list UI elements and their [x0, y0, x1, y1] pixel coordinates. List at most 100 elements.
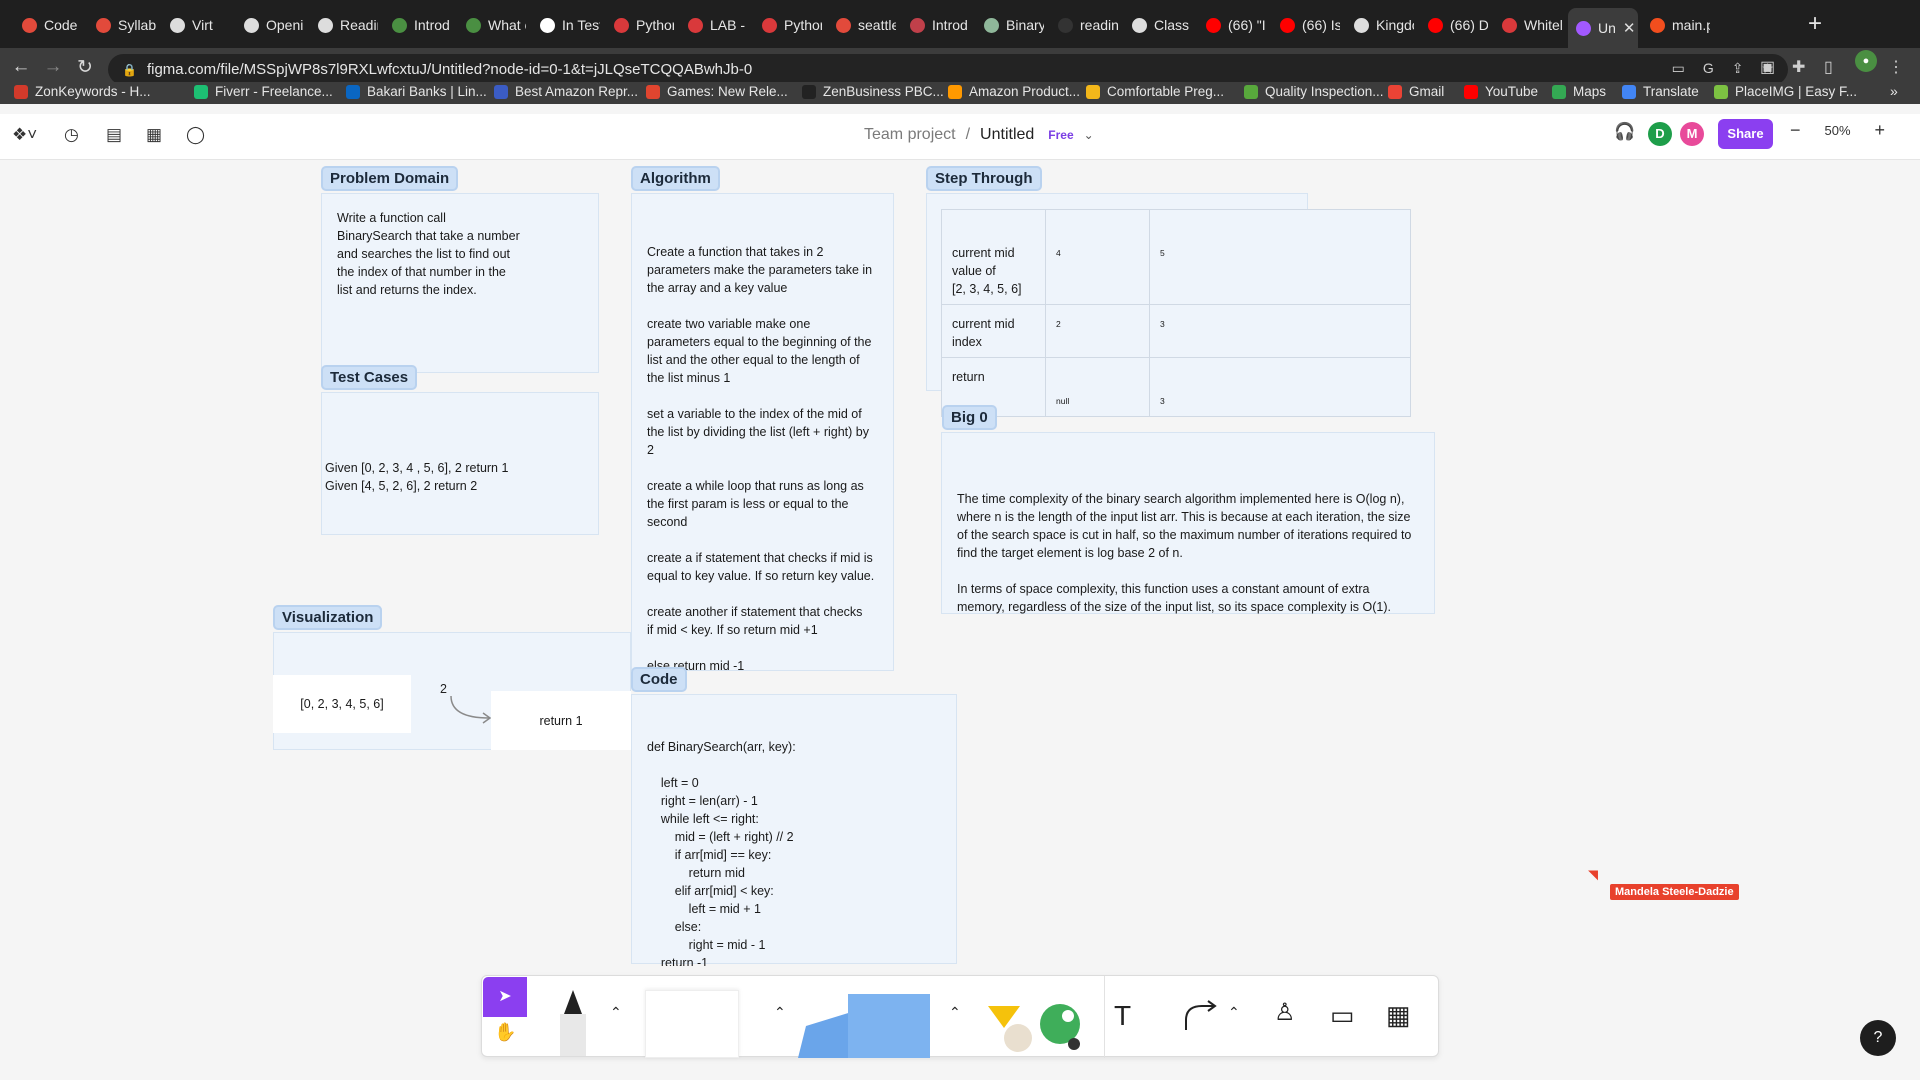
chevron-down-icon[interactable]: ⌄: [1084, 128, 1094, 142]
browser-tab[interactable]: In Test: [532, 11, 600, 39]
back-icon[interactable]: ←: [8, 56, 34, 78]
bookmark-item[interactable]: Best Amazon Repr...: [494, 84, 638, 99]
browser-tab[interactable]: Syllab: [88, 11, 156, 39]
bookmark-item[interactable]: ZonKeywords - H...: [14, 84, 151, 99]
browser-tab[interactable]: (66) D: [1420, 11, 1488, 39]
browser-tab[interactable]: Python: [606, 11, 674, 39]
visualization-output-shape[interactable]: return 1: [491, 691, 631, 750]
step-cell-value[interactable]: 5: [1149, 209, 1411, 305]
translate-extension-icon[interactable]: ▣: [1760, 57, 1775, 77]
section-tool-icon[interactable]: ▭: [1330, 1000, 1355, 1031]
template-icon[interactable]: ▦: [146, 125, 162, 145]
browser-tab[interactable]: (66) Is: [1272, 11, 1340, 39]
shapes-tool-icon[interactable]: [798, 992, 944, 1058]
zoom-level[interactable]: 50%: [1825, 123, 1851, 138]
browser-tab[interactable]: Code (: [14, 11, 82, 39]
browser-profile-avatar[interactable]: ●: [1855, 50, 1877, 72]
text-tool-icon[interactable]: T: [1114, 1000, 1131, 1032]
browser-menu-icon[interactable]: ⋮: [1888, 57, 1904, 77]
bookmark-item[interactable]: Gmail: [1388, 84, 1444, 99]
browser-tab[interactable]: LAB -: [680, 11, 748, 39]
table-tool-icon[interactable]: ▦: [1386, 1000, 1411, 1031]
bookmark-item[interactable]: YouTube: [1464, 84, 1538, 99]
browser-tab[interactable]: Python: [754, 11, 822, 39]
browser-tab[interactable]: seattle: [828, 11, 896, 39]
close-tab-icon[interactable]: ✕: [1623, 19, 1636, 37]
bookmark-item[interactable]: Games: New Rele...: [646, 84, 788, 99]
visualization-label[interactable]: Visualization: [273, 605, 383, 630]
step-cell-value[interactable]: 4: [1045, 209, 1150, 305]
step-through-label[interactable]: Step Through: [926, 166, 1042, 191]
bookmark-item[interactable]: Maps: [1552, 84, 1606, 99]
browser-tab[interactable]: Openi: [236, 11, 304, 39]
visualization-connector[interactable]: [411, 676, 495, 728]
bookmark-item[interactable]: Quality Inspection...: [1244, 84, 1384, 99]
algorithm-label[interactable]: Algorithm: [631, 166, 720, 191]
bookmark-item[interactable]: Fiverr - Freelance...: [194, 84, 333, 99]
bookmarks-overflow-icon[interactable]: »: [1890, 83, 1898, 99]
problem-domain-sticky[interactable]: Write a function call BinarySearch that …: [337, 209, 587, 299]
browser-tab[interactable]: Class: [1124, 11, 1192, 39]
test-cases-label[interactable]: Test Cases: [321, 365, 418, 390]
problem-domain-label[interactable]: Problem Domain: [321, 166, 459, 191]
step-row-label[interactable]: current mid value of [2, 3, 4, 5, 6]: [941, 209, 1046, 305]
browser-tab[interactable]: What c: [458, 11, 526, 39]
connector-tool-icon[interactable]: [1182, 998, 1222, 1034]
step-cell-value[interactable]: 3: [1149, 357, 1411, 417]
new-tab-button[interactable]: +: [1808, 10, 1822, 38]
share-page-icon[interactable]: ⇪: [1732, 60, 1744, 77]
browser-tab[interactable]: Readin: [310, 11, 378, 39]
file-name[interactable]: Untitled: [980, 126, 1034, 144]
zoom-out-icon[interactable]: −: [1790, 120, 1801, 141]
big-o-label[interactable]: Big 0: [942, 405, 997, 430]
google-icon[interactable]: G: [1703, 60, 1714, 77]
sticky-note-tool[interactable]: [645, 990, 739, 1058]
code-label[interactable]: Code: [631, 667, 687, 692]
step-cell-value[interactable]: 2: [1045, 304, 1150, 358]
chevron-up-icon[interactable]: ⌃: [949, 1004, 961, 1021]
stickers-tool-icon[interactable]: [982, 994, 1092, 1056]
browser-tab[interactable]: Binary: [976, 11, 1044, 39]
browser-tab[interactable]: readin: [1050, 11, 1118, 39]
move-tool-icon[interactable]: ➤: [483, 977, 527, 1017]
avatar[interactable]: D: [1648, 122, 1672, 146]
browser-tab[interactable]: Kingdo: [1346, 11, 1414, 39]
forward-icon[interactable]: →: [40, 56, 66, 78]
browser-tab[interactable]: Virt: [162, 11, 230, 39]
browser-tab[interactable]: Introd: [902, 11, 970, 39]
address-bar[interactable]: 🔒 figma.com/file/MSSpjWP8s7l9RXLwfcxtuJ/…: [108, 54, 1788, 85]
browser-tab[interactable]: Introd: [384, 11, 452, 39]
bookmark-item[interactable]: PlaceIMG | Easy F...: [1714, 84, 1857, 99]
algorithm-sticky[interactable]: Create a function that takes in 2 parame…: [647, 243, 887, 670]
visualization-input-shape[interactable]: [0, 2, 3, 4, 5, 6]: [273, 675, 411, 733]
connector-label[interactable]: 2: [440, 682, 447, 696]
comment-icon[interactable]: ◯: [186, 125, 205, 145]
step-row-label[interactable]: current mid index: [941, 304, 1046, 358]
cast-icon[interactable]: ▭: [1672, 60, 1685, 77]
step-through-table[interactable]: current mid value of [2, 3, 4, 5, 6] 4 5…: [941, 209, 1411, 417]
extensions-puzzle-icon[interactable]: ✚: [1792, 57, 1805, 77]
stamp-tool-icon[interactable]: ♙: [1274, 998, 1296, 1027]
library-icon[interactable]: ▤: [106, 125, 122, 145]
bookmark-item[interactable]: ZenBusiness PBC...: [802, 84, 944, 99]
marker-tool-icon[interactable]: [550, 988, 596, 1056]
step-cell-value[interactable]: null: [1045, 357, 1150, 417]
code-sticky[interactable]: def BinarySearch(arr, key): left = 0 rig…: [647, 738, 947, 966]
breadcrumb-team[interactable]: Team project: [864, 126, 956, 144]
audio-icon[interactable]: 🎧: [1614, 122, 1635, 142]
chevron-up-icon[interactable]: ⌃: [610, 1004, 622, 1021]
test-cases-sticky[interactable]: Given [0, 2, 3, 4 , 5, 6], 2 return 1 Gi…: [325, 459, 595, 495]
browser-tab[interactable]: (66) "I: [1198, 11, 1266, 39]
big-o-sticky[interactable]: The time complexity of the binary search…: [957, 490, 1432, 616]
side-panel-icon[interactable]: ▯: [1824, 57, 1833, 77]
browser-tab[interactable]: Un ✕: [1568, 8, 1638, 48]
timer-icon[interactable]: ◷: [64, 125, 79, 145]
bookmark-item[interactable]: Comfortable Preg...: [1086, 84, 1224, 99]
zoom-in-icon[interactable]: +: [1875, 120, 1886, 141]
bookmark-item[interactable]: Amazon Product...: [948, 84, 1080, 99]
browser-tab[interactable]: Whitel: [1494, 11, 1562, 39]
share-button[interactable]: Share: [1718, 119, 1773, 149]
bookmark-item[interactable]: Translate: [1622, 84, 1699, 99]
reload-icon[interactable]: ↻: [72, 56, 98, 79]
chevron-up-icon[interactable]: ⌃: [1228, 1004, 1240, 1021]
